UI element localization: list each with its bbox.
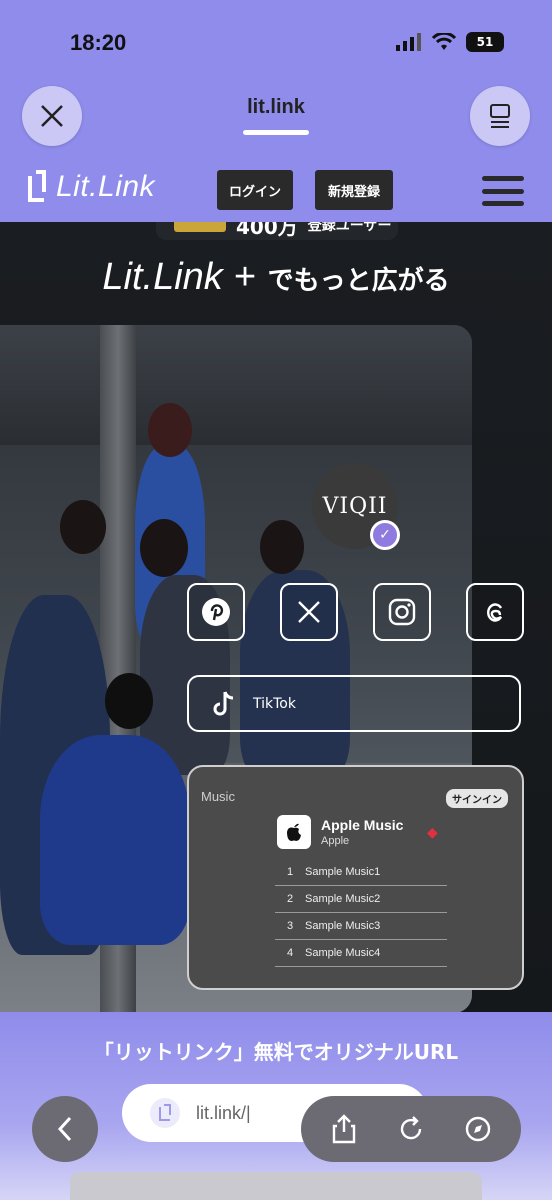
battery-indicator: 51 [466, 32, 504, 52]
chevron-left-icon [57, 1116, 72, 1142]
apple-music-card[interactable]: Music サインイン Apple Music Apple ◆ 1 Sample… [187, 765, 524, 990]
menu-icon[interactable] [482, 176, 524, 206]
instagram-button[interactable] [373, 583, 431, 641]
track-name: Sample Music1 [305, 866, 381, 878]
logo-text: Lit.Link [56, 170, 156, 203]
pinterest-icon [202, 598, 230, 626]
track-number: 3 [286, 920, 294, 932]
ranking-badge: 400万 登録ユーザー [156, 222, 398, 240]
clock: 18:20 [70, 30, 127, 55]
logo-mark-icon [28, 170, 46, 202]
x-icon [298, 601, 320, 623]
avatar-logo-text: VIQII [322, 493, 388, 519]
hero-title-logo: Lit.Link + [102, 256, 256, 298]
title-underline [243, 130, 309, 135]
music-brand-label: Music [201, 789, 235, 804]
ranking-number: 400万 [236, 222, 298, 239]
hero-title: Lit.Link + でもっと広がる [0, 256, 552, 299]
site-header: Lit.Link ログイン 新規登録 [0, 160, 552, 222]
promo-text: 「リットリンク」無料でオリジナルURL [93, 1040, 459, 1064]
apple-music-title: Apple Music [321, 817, 404, 833]
track-name: Sample Music4 [305, 947, 381, 959]
compass-icon [465, 1116, 490, 1142]
tabs-icon [490, 104, 510, 128]
track-row[interactable]: 4 Sample Music4 [275, 940, 447, 967]
track-row[interactable]: 2 Sample Music2 [275, 886, 447, 913]
promo-section: 「リットリンク」無料でオリジナルURL lit.link/| [0, 1012, 552, 1200]
pinterest-button[interactable] [187, 583, 245, 641]
browser-header: lit.link [0, 86, 552, 156]
litlink-logo[interactable]: Lit.Link [26, 170, 155, 204]
back-button[interactable] [32, 1096, 98, 1162]
track-number: 1 [286, 866, 294, 878]
apple-music-badge-icon: ◆ [427, 825, 438, 841]
url-input-text: lit.link/| [196, 1102, 251, 1123]
next-section-preview [70, 1172, 482, 1200]
compass-button[interactable] [458, 1109, 498, 1149]
tiktok-label: TikTok [253, 695, 296, 712]
wifi-icon [432, 33, 456, 50]
hero-title-sub: でもっと広がる [267, 266, 450, 296]
threads-icon [487, 603, 503, 622]
signal-icon [396, 33, 421, 51]
apple-music-brand: Music [201, 789, 235, 804]
music-signin-button[interactable]: サインイン [446, 789, 508, 808]
ranking-text: 登録ユーザー [307, 222, 392, 234]
litlink-mini-icon [150, 1098, 180, 1128]
reload-icon [400, 1116, 422, 1140]
login-button[interactable]: ログイン [217, 170, 293, 210]
track-row[interactable]: 3 Sample Music3 [275, 913, 447, 940]
verified-badge-icon: ✓ [370, 520, 400, 550]
instagram-icon [388, 598, 416, 626]
tiktok-icon [213, 690, 234, 715]
status-icons: 51 [396, 32, 504, 52]
reload-button[interactable] [391, 1109, 431, 1149]
ranking-laurel-icon [174, 222, 226, 232]
track-name: Sample Music3 [305, 920, 381, 932]
browser-toolbar [301, 1096, 521, 1162]
track-list: 1 Sample Music1 2 Sample Music2 3 Sample… [275, 859, 447, 967]
track-name: Sample Music2 [305, 893, 381, 905]
share-icon [333, 1114, 356, 1144]
track-number: 4 [286, 947, 294, 959]
track-row[interactable]: 1 Sample Music1 [275, 859, 447, 886]
track-number: 2 [286, 893, 294, 905]
share-button[interactable] [324, 1109, 364, 1149]
threads-button[interactable] [466, 583, 524, 641]
tiktok-link-button[interactable]: TikTok [187, 675, 521, 732]
x-button[interactable] [280, 583, 338, 641]
tabs-button[interactable] [470, 86, 530, 146]
status-bar: 18:20 51 [0, 0, 552, 86]
apple-music-app-icon [277, 815, 311, 849]
apple-music-artist: Apple [321, 835, 350, 847]
hero-section: 400万 登録ユーザー Lit.Link + でもっと広がる VIQII ✓ T… [0, 222, 552, 1012]
signup-button[interactable]: 新規登録 [315, 170, 393, 210]
